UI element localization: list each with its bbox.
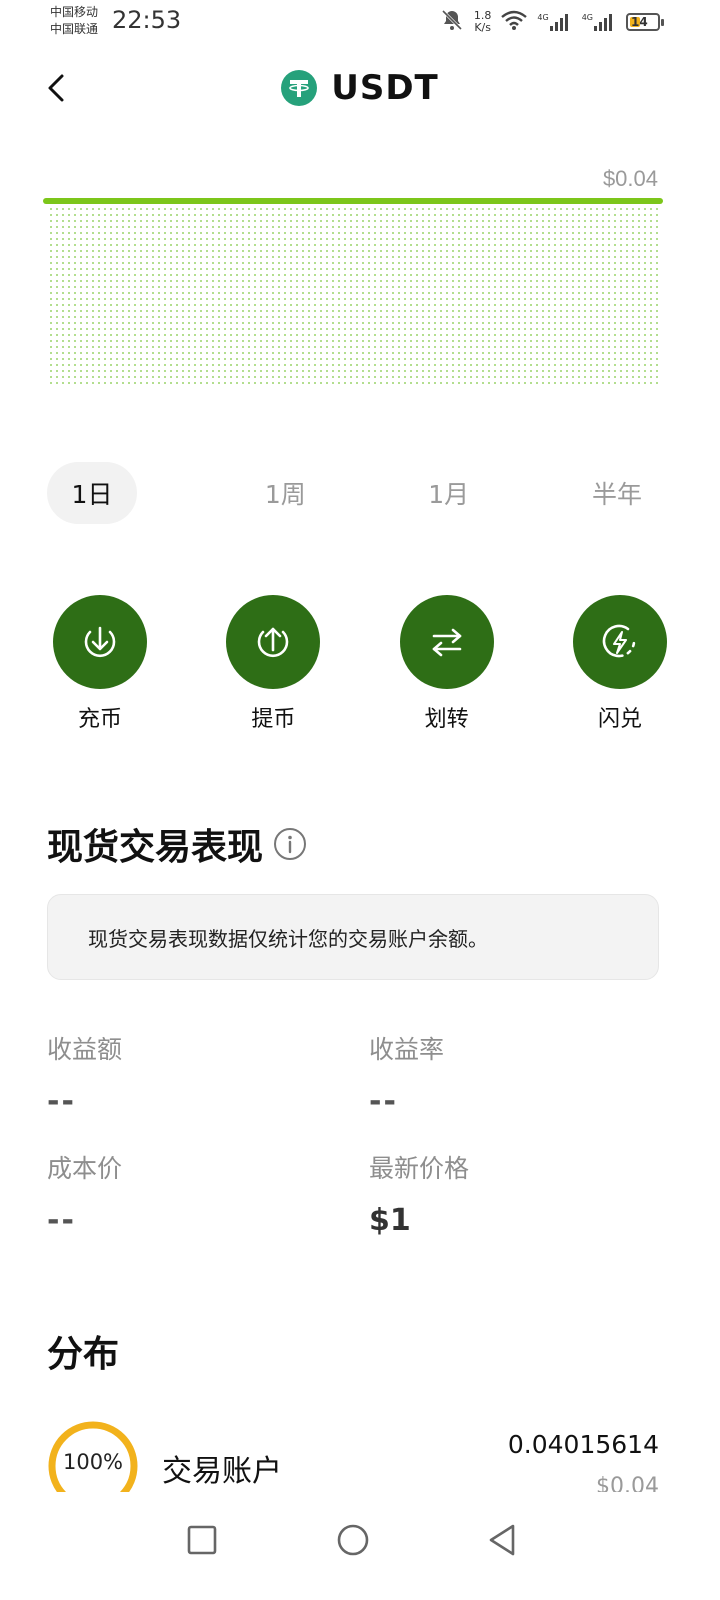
recent-apps-button[interactable] [172,1510,232,1570]
download-circle-icon [84,626,116,658]
latest-price-stat: 最新价格 $1 [369,1149,649,1238]
withdraw-label: 提币 [251,707,296,732]
system-nav-bar [0,1492,720,1600]
profit-rate-label: 收益率 [369,1035,445,1064]
profit-rate-value: -- [369,1084,398,1119]
status-bar: 中国移动 中国联通 22:53 1.8 K/s 4G 4G 14 [0,0,720,44]
tab-1-day[interactable]: 1日 [47,462,137,524]
withdraw-button[interactable]: 提币 [193,595,353,733]
convert-button[interactable]: 闪兑 [540,595,700,733]
distribution-row[interactable]: 100% 交易账户 0.04015614 $0.04 [47,1420,659,1492]
circle-icon [337,1524,369,1556]
tether-icon [281,70,318,106]
carrier-2: 中国联通 [50,22,99,36]
transfer-arrows-icon [432,628,461,657]
info-icon[interactable] [273,827,307,861]
action-buttons: 充币 提币 划转 闪兑 [20,595,700,733]
profit-value: -- [47,1084,76,1119]
distribution-title: 分布 [47,1334,120,1375]
carrier-info: 中国移动 中国联通 [50,4,98,38]
distribution-percent: 100% [62,1450,124,1474]
bell-off-icon [440,8,464,35]
transfer-button[interactable]: 划转 [367,595,527,733]
status-icons: 1.8 K/s 4G 4G 14 [440,8,664,35]
tab-1-week[interactable]: 1周 [240,462,330,524]
page-header: USDT [0,66,720,110]
price-chart: $0.04 [43,166,663,384]
lightning-icon [602,624,636,658]
account-name: 交易账户 [162,1454,282,1489]
battery-level: 14 [631,14,648,29]
carrier-1: 中国移动 [50,5,99,19]
performance-title: 现货交易表现 [47,827,264,868]
cellular-signal-2-icon: 4G [582,13,616,31]
chart-area-fill [46,202,658,384]
account-fiat-value: $0.04 [596,1474,659,1492]
system-back-button[interactable] [472,1510,532,1570]
wifi-icon [501,10,528,33]
performance-section-header: 现货交易表现 [47,818,307,870]
latest-price-label: 最新价格 [369,1154,470,1183]
cost-stat: 成本价 -- [47,1149,327,1238]
tab-half-year[interactable]: 半年 [567,462,667,524]
cost-value: -- [47,1203,76,1238]
profit-rate-stat: 收益率 -- [369,1030,649,1119]
upload-circle-icon [258,627,289,658]
latest-price-value: $1 [369,1203,411,1238]
triangle-back-icon [489,1524,515,1556]
square-icon [187,1525,217,1555]
range-tabs: 1日 1周 1月 半年 [47,462,667,524]
profit-stat: 收益额 -- [47,1030,327,1119]
battery-icon: 14 [626,12,664,31]
page-title: USDT [331,68,439,108]
clock: 22:53 [112,6,182,34]
profit-label: 收益额 [47,1035,123,1064]
performance-note: 现货交易表现数据仅统计您的交易账户余额。 [47,894,659,980]
account-amount: 0.04015614 [507,1430,659,1459]
cost-label: 成本价 [47,1154,123,1183]
tab-1-month[interactable]: 1月 [404,462,494,524]
home-button[interactable] [323,1510,383,1570]
transfer-label: 划转 [424,707,469,732]
deposit-button[interactable]: 充币 [20,595,180,733]
net-speed: 1.8 K/s [473,8,492,34]
deposit-label: 充币 [77,707,122,732]
chart-value-label: $0.04 [603,166,658,191]
convert-label: 闪兑 [597,707,642,732]
cellular-signal-1-icon: 4G [537,13,571,31]
